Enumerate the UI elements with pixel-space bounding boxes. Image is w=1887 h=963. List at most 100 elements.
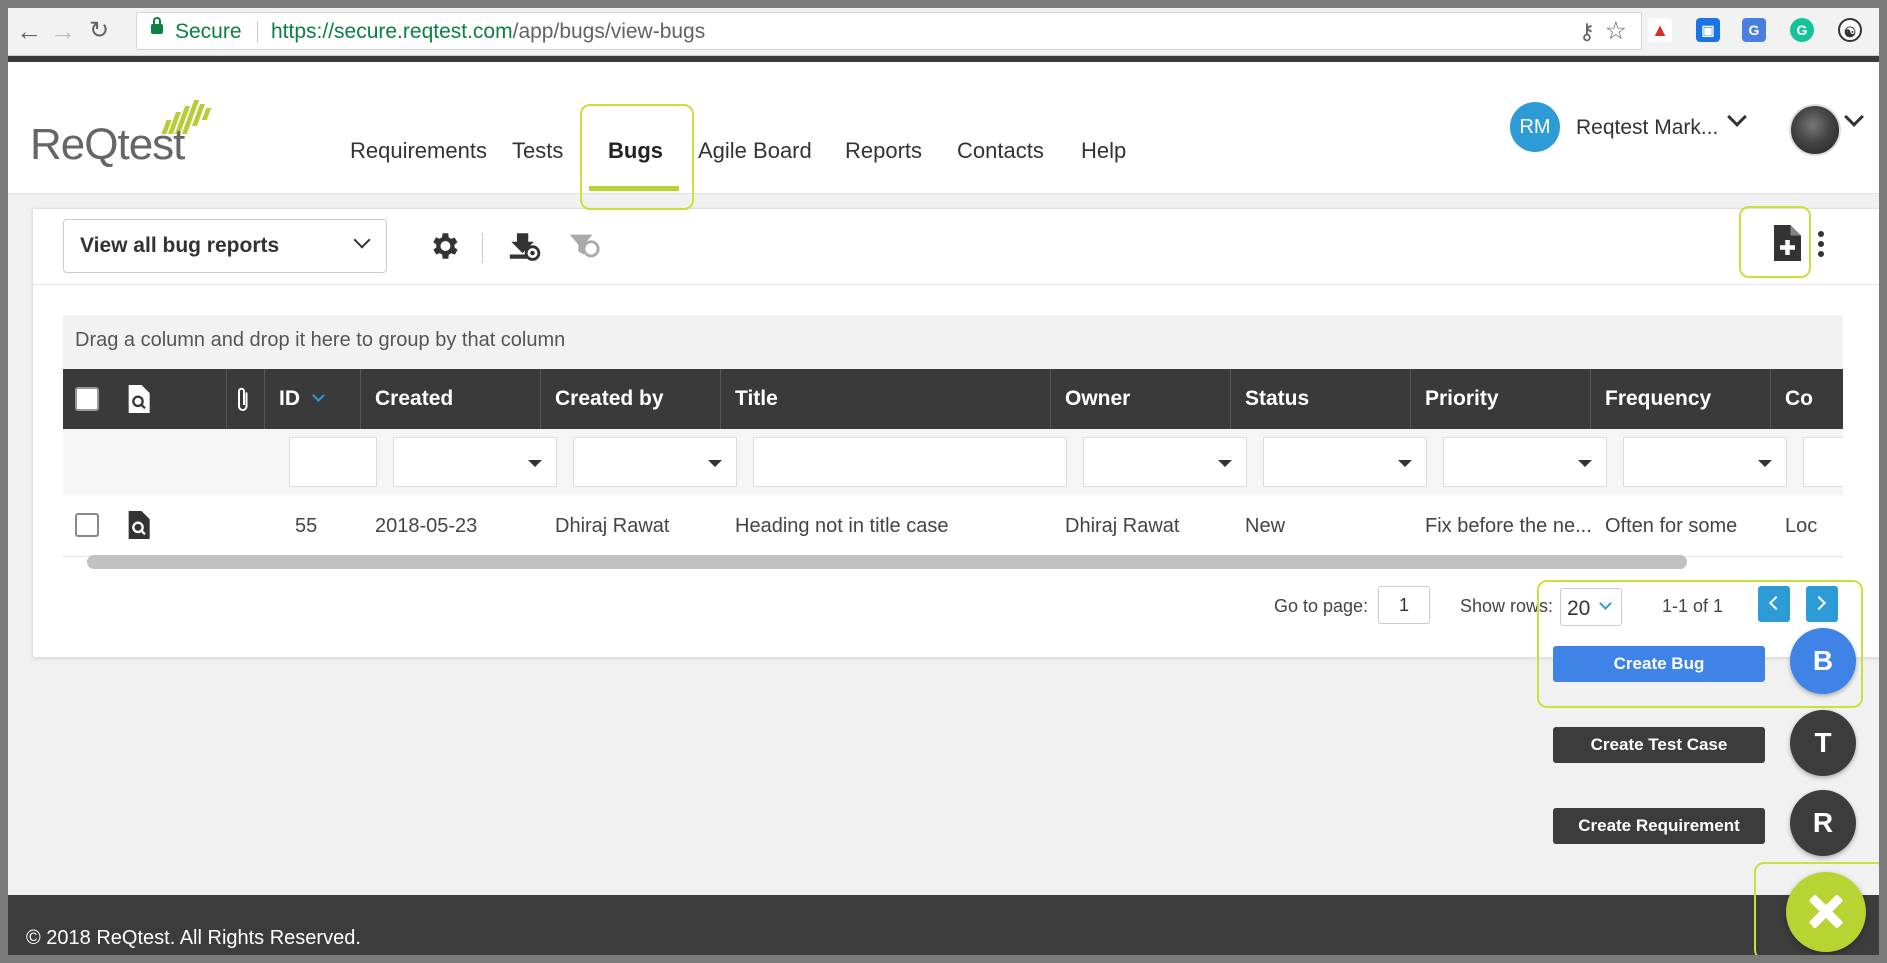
menu-agile-board[interactable]: Agile Board: [698, 138, 812, 164]
cell-co: Loc: [1785, 515, 1818, 537]
secure-label: Secure: [175, 20, 242, 43]
filter-created-select[interactable]: [393, 437, 557, 487]
create-bug-button[interactable]: Create Bug: [1553, 646, 1765, 682]
menu-tests[interactable]: Tests: [512, 138, 563, 164]
menu-help[interactable]: Help: [1081, 138, 1126, 164]
address-bar[interactable]: Secure https://secure.reqtest.com/app/bu…: [136, 12, 1642, 50]
horizontal-scrollbar[interactable]: [87, 555, 1687, 569]
cell-title[interactable]: Heading not in title case: [735, 515, 948, 538]
goto-page-input[interactable]: 1: [1378, 586, 1430, 624]
close-fab-button[interactable]: [1786, 872, 1866, 952]
column-header-created[interactable]: Created: [361, 369, 541, 429]
filter-reset-icon[interactable]: [567, 229, 601, 263]
extension-icon-2[interactable]: ▣: [1696, 18, 1720, 42]
create-test-case-button[interactable]: Create Test Case: [1553, 727, 1765, 763]
browser-chrome: ← → ↻ Secure https://secure.reqtest.com/…: [8, 8, 1879, 56]
prev-page-button[interactable]: [1758, 586, 1790, 622]
column-header-frequency[interactable]: Frequency: [1591, 369, 1771, 429]
grid-filter-row: [63, 429, 1843, 495]
create-requirement-fab[interactable]: R: [1790, 790, 1856, 856]
grammarly-icon[interactable]: G: [1790, 18, 1814, 42]
paperclip-icon[interactable]: [235, 385, 253, 415]
column-header-title[interactable]: Title: [721, 369, 1051, 429]
kebab-menu-icon[interactable]: [1818, 231, 1824, 261]
column-header-created-by[interactable]: Created by: [541, 369, 721, 429]
menu-contacts[interactable]: Contacts: [957, 138, 1044, 164]
filter-owner-select[interactable]: [1083, 437, 1247, 487]
menu-bugs[interactable]: Bugs: [608, 138, 663, 164]
gear-icon[interactable]: [427, 229, 461, 263]
filter-priority-select[interactable]: [1443, 437, 1607, 487]
cell-owner: Dhiraj Rawat: [1065, 515, 1180, 537]
table-row[interactable]: 55 2018-05-23 Dhiraj Rawat Heading not i…: [63, 495, 1843, 557]
show-rows-value: 20: [1567, 597, 1591, 620]
star-icon[interactable]: ☆: [1605, 16, 1627, 46]
create-bug-fab[interactable]: B: [1790, 628, 1856, 694]
reqtest-logo[interactable]: ReQtest: [26, 92, 226, 169]
user-avatar[interactable]: RM: [1510, 102, 1560, 152]
cell-created-by: Dhiraj Rawat: [555, 515, 670, 537]
bug-grid: ID Created Created by Title Owner Status…: [63, 369, 1843, 569]
toolbar-separator: [482, 233, 483, 263]
column-header-owner[interactable]: Owner: [1051, 369, 1231, 429]
profile-chevron-down-icon[interactable]: [1844, 107, 1864, 129]
group-by-drop-zone[interactable]: Drag a column and drop it here to group …: [63, 315, 1843, 369]
cell-frequency: Often for some: [1605, 515, 1738, 537]
filter-status-select[interactable]: [1263, 437, 1427, 487]
forward-icon[interactable]: →: [48, 16, 78, 46]
group-by-hint: Drag a column and drop it here to group …: [75, 329, 566, 351]
lock-icon: [151, 17, 163, 34]
back-icon[interactable]: ←: [14, 16, 44, 46]
card-divider: [33, 284, 1879, 285]
user-name[interactable]: Reqtest Mark...: [1576, 116, 1718, 140]
url-text: https://secure.reqtest.com/app/bugs/view…: [271, 20, 705, 44]
select-all-checkbox[interactable]: [75, 387, 99, 411]
url-host: https://secure.reqtest.com: [271, 20, 513, 43]
new-document-icon[interactable]: [1771, 225, 1801, 261]
show-rows-select[interactable]: 20: [1560, 588, 1622, 626]
extension-icon-5[interactable]: ☯: [1838, 18, 1862, 42]
grid-header-row: ID Created Created by Title Owner Status…: [63, 369, 1843, 429]
cell-status: New: [1245, 515, 1286, 537]
download-view-icon[interactable]: [507, 229, 541, 263]
url-path: /app/bugs/view-bugs: [512, 20, 706, 43]
create-requirement-button[interactable]: Create Requirement: [1553, 808, 1765, 844]
header-attachment-cell: [227, 369, 265, 429]
view-select-dropdown[interactable]: View all bug reports: [63, 219, 387, 273]
cell-priority: Fix before the ne...: [1425, 515, 1592, 537]
translate-icon[interactable]: G: [1742, 18, 1766, 42]
column-header-id[interactable]: ID: [265, 369, 361, 429]
column-header-status[interactable]: Status: [1231, 369, 1411, 429]
view-select-value: View all bug reports: [80, 234, 280, 257]
sort-descending-icon[interactable]: [312, 389, 325, 402]
filter-co-select[interactable]: [1803, 437, 1843, 487]
screen-frame: ← → ↻ Secure https://secure.reqtest.com/…: [0, 0, 1887, 963]
chevron-right-icon: [1811, 595, 1827, 611]
active-menu-underline: [589, 186, 679, 191]
copyright-text: © 2018 ReQtest. All Rights Reserved.: [26, 927, 361, 949]
next-page-button[interactable]: [1806, 586, 1838, 622]
column-header-id-label: ID: [279, 387, 300, 410]
column-header-priority[interactable]: Priority: [1411, 369, 1591, 429]
footer: © 2018 ReQtest. All Rights Reserved.: [8, 895, 1879, 955]
reload-icon[interactable]: ↻: [84, 16, 114, 46]
filter-id-input[interactable]: [289, 437, 377, 487]
row-checkbox[interactable]: [75, 513, 99, 537]
create-test-case-fab[interactable]: T: [1790, 710, 1856, 776]
menu-reports[interactable]: Reports: [845, 138, 922, 164]
key-icon[interactable]: ⚷: [1579, 19, 1595, 45]
chevron-left-icon: [1768, 595, 1784, 611]
magnifier-icon[interactable]: [125, 385, 151, 413]
chevron-down-icon: [1599, 597, 1612, 610]
page-range: 1-1 of 1: [1662, 596, 1724, 616]
filter-created-by-select[interactable]: [573, 437, 737, 487]
user-menu-chevron-down-icon[interactable]: [1727, 107, 1747, 129]
filter-title-input[interactable]: [753, 437, 1067, 487]
profile-photo-avatar[interactable]: [1789, 104, 1841, 156]
menu-requirements[interactable]: Requirements: [350, 138, 487, 164]
extension-icon-1[interactable]: ▲: [1648, 18, 1672, 42]
filter-frequency-select[interactable]: [1623, 437, 1787, 487]
header-select-cell: [63, 369, 227, 429]
column-header-co[interactable]: Co: [1771, 369, 1843, 429]
magnifier-icon[interactable]: [125, 511, 151, 539]
